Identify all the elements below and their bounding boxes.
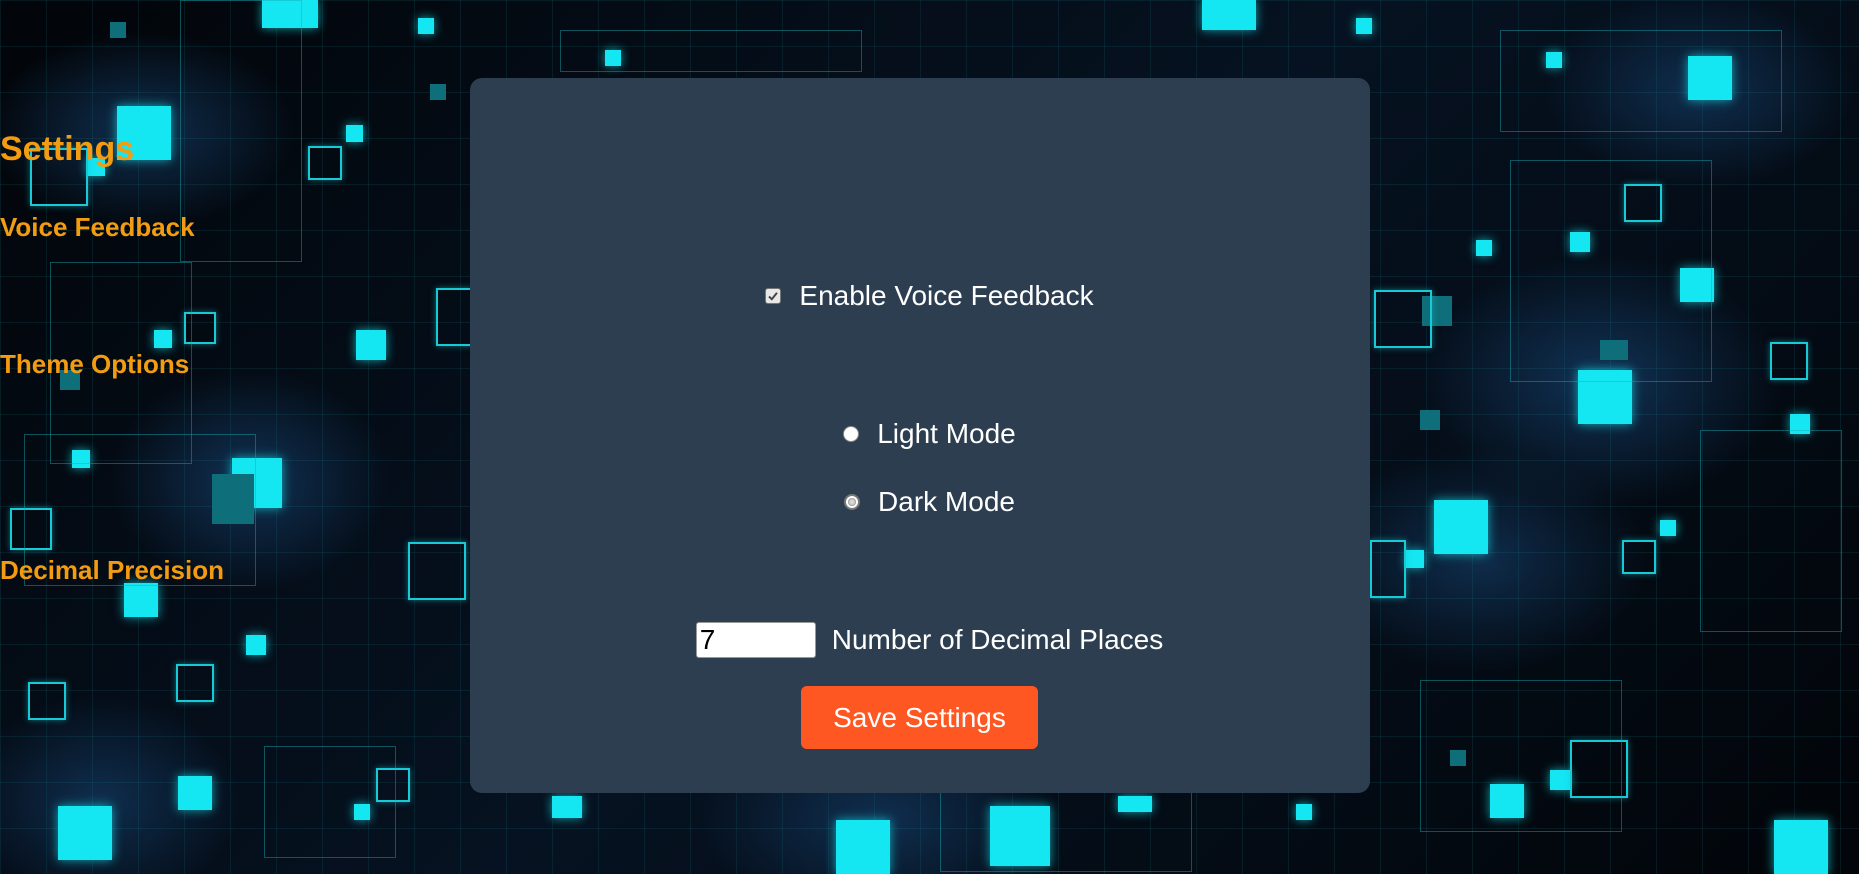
decor-square [552,796,582,818]
decor-circuit-line [264,746,396,858]
decor-square [124,583,158,617]
decor-square [1296,804,1312,820]
decor-circuit-line [1420,680,1622,832]
dark-mode-radio[interactable] [844,494,861,510]
theme-options-heading: Theme Options [0,349,190,379]
dark-mode-label[interactable]: Dark Mode [878,486,1015,518]
decor-circuit-line [1500,30,1782,132]
decor-square [58,806,112,860]
radio-dot-icon [848,498,857,506]
voice-feedback-row: Enable Voice Feedback [0,276,1859,316]
checkmark-icon [768,292,779,301]
decor-outline-square [28,682,66,720]
decor-square [836,820,890,874]
decor-circuit-line [940,790,1192,872]
decor-outline-square [176,664,214,702]
enable-voice-feedback-checkbox[interactable] [765,288,782,304]
save-settings-button[interactable]: Save Settings [801,686,1038,749]
decor-square [1774,820,1828,874]
decor-square [1660,520,1676,536]
light-mode-radio[interactable] [843,426,860,442]
page-title: Settings [0,130,135,168]
decimal-places-input[interactable] [695,622,816,658]
decor-square [1202,0,1256,30]
decor-circuit-line [560,30,862,72]
decor-square [110,22,126,38]
decor-square [430,84,446,100]
decimal-precision-heading: Decimal Precision [0,555,224,585]
enable-voice-feedback-label[interactable]: Enable Voice Feedback [799,280,1093,312]
decimal-places-label: Number of Decimal Places [831,624,1164,655]
light-mode-label[interactable]: Light Mode [877,418,1016,450]
light-mode-row: Light Mode [0,414,1859,454]
dark-mode-row: Dark Mode [0,482,1859,522]
decor-square [1356,18,1372,34]
decor-square [178,776,212,810]
decor-square [418,18,434,34]
decor-circuit-line [1700,430,1842,632]
voice-feedback-heading: Voice Feedback [0,212,195,242]
decimal-places-row: Number of Decimal Places [0,620,1859,660]
